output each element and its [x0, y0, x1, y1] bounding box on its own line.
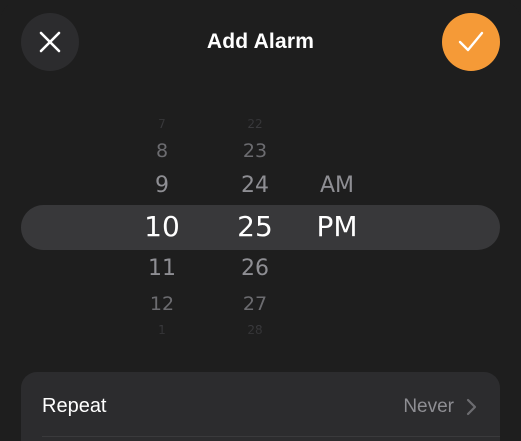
add-alarm-sheet: Add Alarm 7 8 9 10 11 12 1 22 23 24 25 2… — [0, 0, 521, 441]
minute-option[interactable]: 22 — [210, 118, 300, 130]
period-wheel[interactable]: AM PM — [292, 96, 382, 356]
time-picker[interactable]: 7 8 9 10 11 12 1 22 23 24 25 26 27 28 AM… — [0, 96, 521, 356]
minute-selected[interactable]: 25 — [210, 213, 300, 241]
hour-option[interactable]: 9 — [117, 175, 207, 197]
hour-option[interactable]: 12 — [117, 295, 207, 314]
period-selected[interactable]: PM — [292, 213, 382, 241]
hour-wheel[interactable]: 7 8 9 10 11 12 1 — [117, 96, 207, 356]
hour-option[interactable]: 8 — [117, 142, 207, 161]
checkmark-icon — [458, 31, 484, 52]
chevron-right-icon — [466, 398, 477, 416]
hour-option[interactable]: 7 — [117, 118, 207, 130]
hour-option[interactable]: 11 — [117, 258, 207, 280]
minute-wheel[interactable]: 22 23 24 25 26 27 28 — [210, 96, 300, 356]
repeat-value: Never — [403, 396, 454, 417]
minute-option[interactable]: 24 — [210, 175, 300, 197]
row-divider — [42, 436, 500, 437]
repeat-label: Repeat — [42, 395, 107, 417]
hour-option[interactable]: 1 — [117, 324, 207, 336]
save-button[interactable] — [442, 13, 500, 71]
repeat-row[interactable]: Repeat Never — [21, 372, 500, 436]
period-option[interactable]: AM — [292, 175, 382, 197]
alarm-settings-card: Repeat Never — [21, 372, 500, 441]
minute-option[interactable]: 28 — [210, 324, 300, 336]
minute-option[interactable]: 26 — [210, 258, 300, 280]
minute-option[interactable]: 23 — [210, 142, 300, 161]
minute-option[interactable]: 27 — [210, 295, 300, 314]
hour-selected[interactable]: 10 — [117, 213, 207, 241]
